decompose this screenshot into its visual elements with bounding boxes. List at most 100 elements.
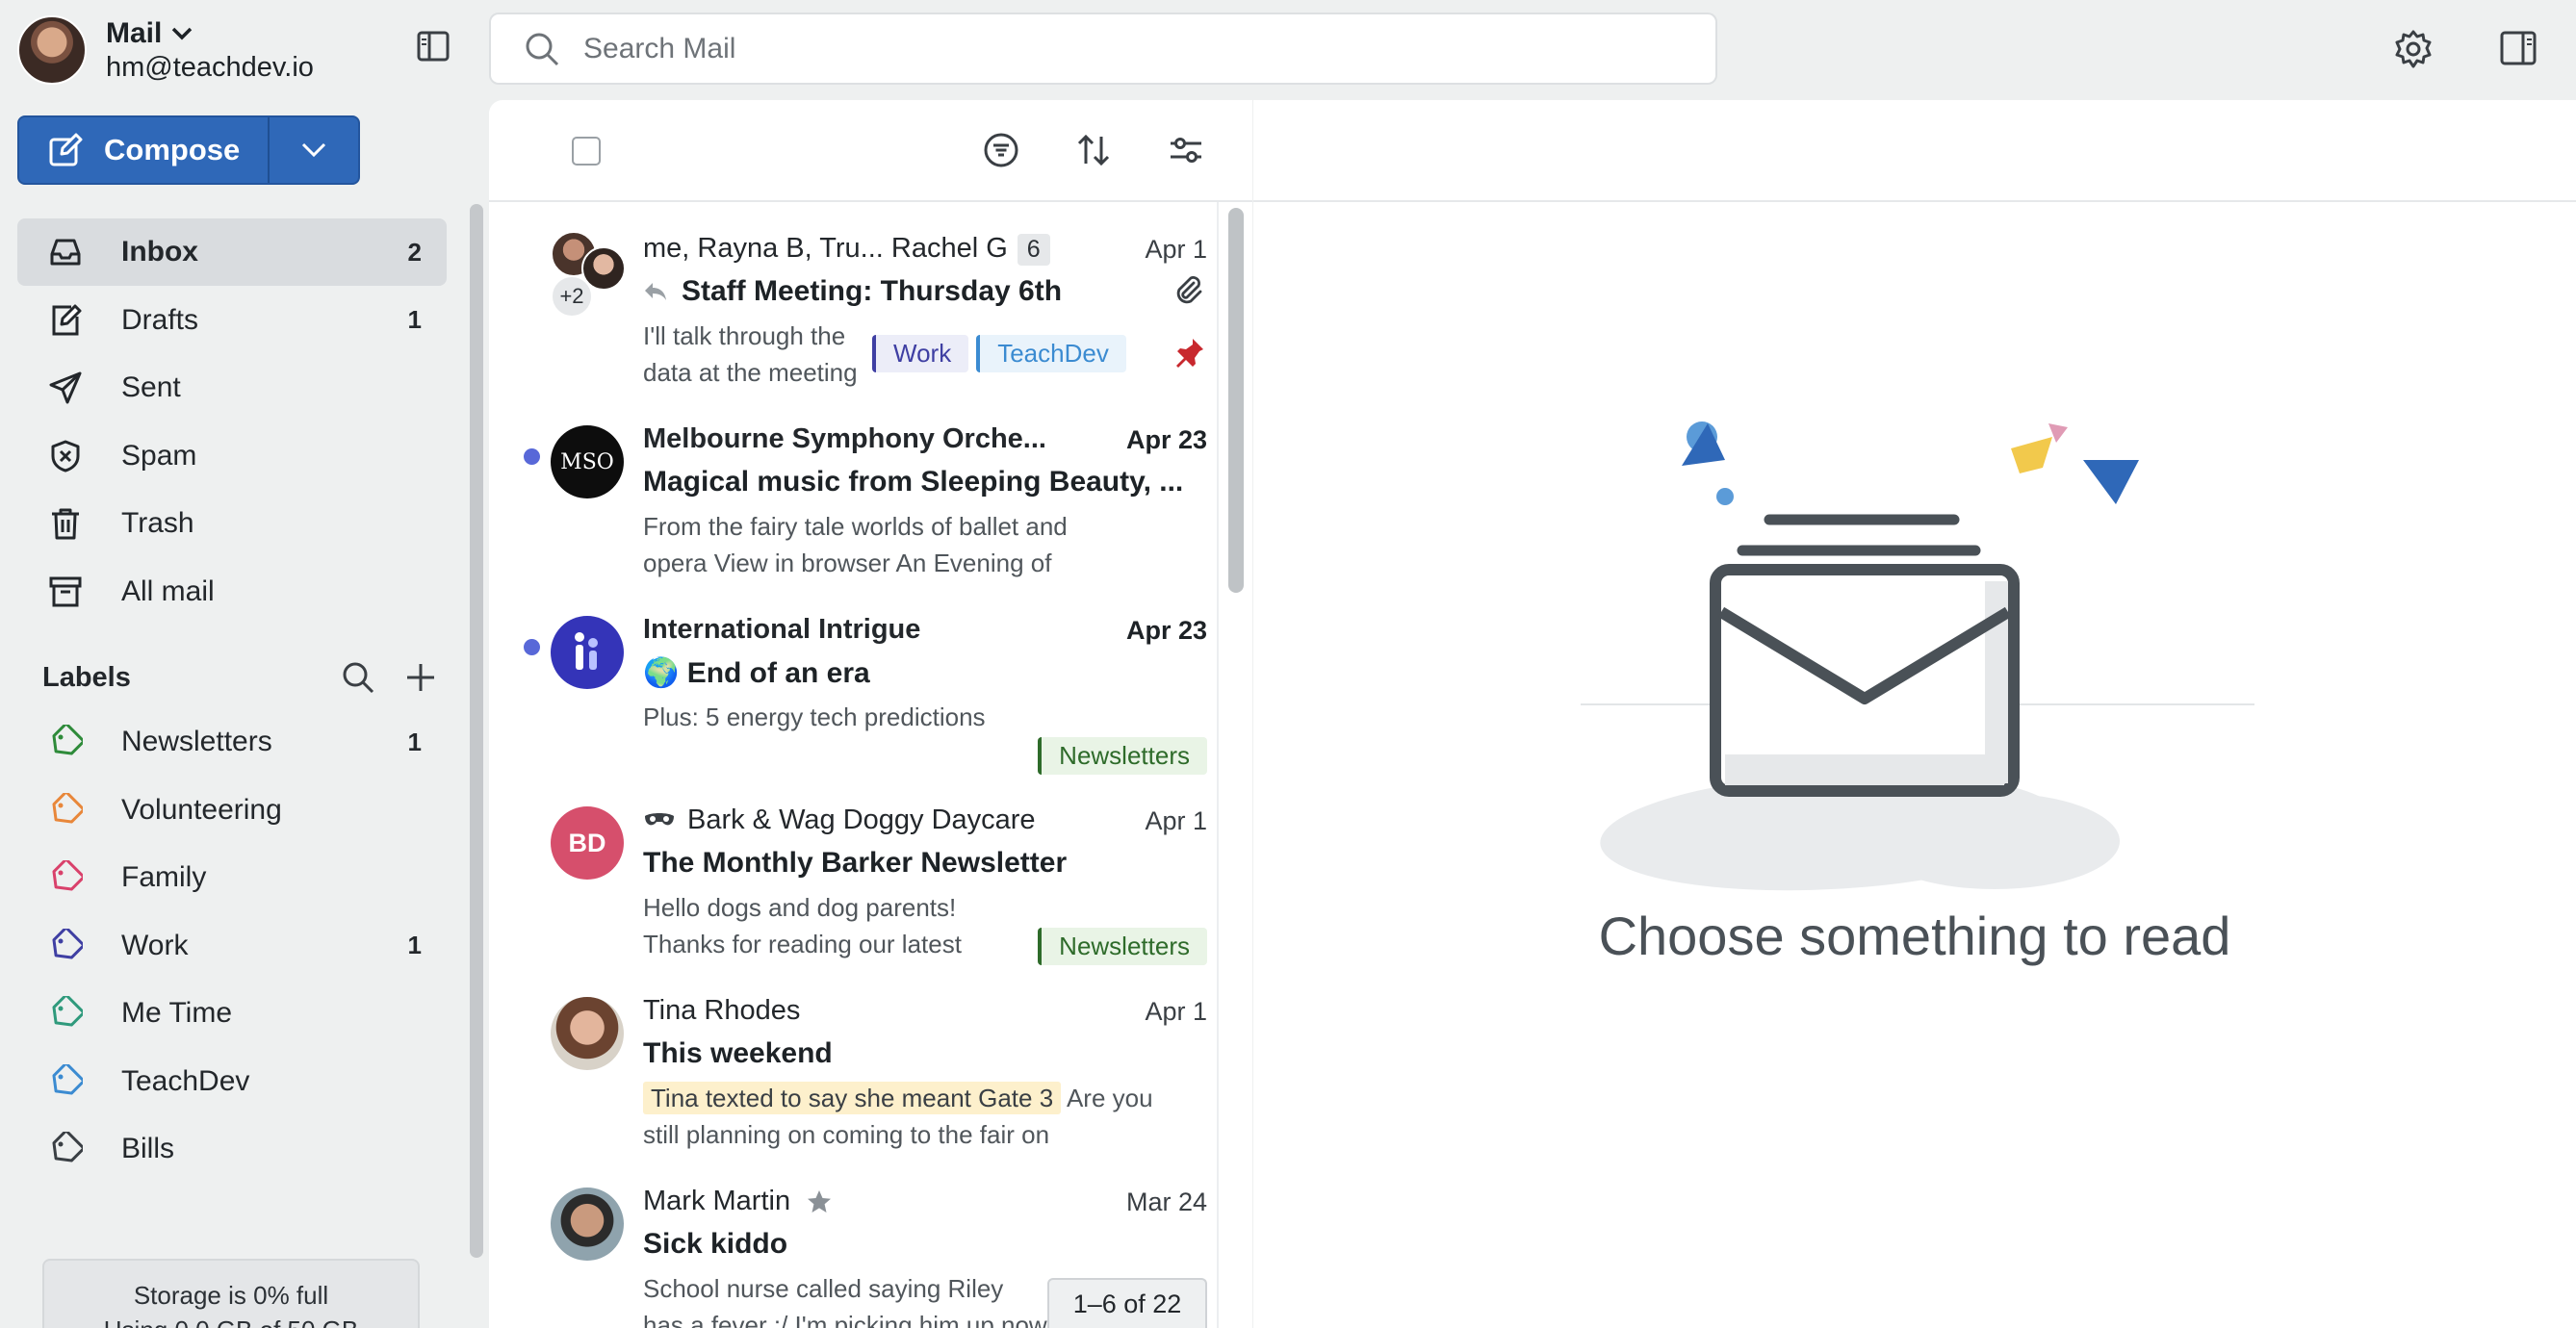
list-toolbar: [489, 100, 1252, 202]
sidebar-toggle-icon[interactable]: [416, 29, 451, 64]
email-date: Mar 24: [1125, 1188, 1207, 1216]
compose-options-button[interactable]: [268, 117, 358, 183]
settings-gear-icon[interactable]: [2393, 29, 2434, 69]
label-chip-work[interactable]: Work: [872, 335, 969, 372]
pagination-indicator[interactable]: 1–6 of 22: [1047, 1278, 1207, 1328]
email-subject: Staff Meeting: Thursday 6th: [682, 275, 1063, 307]
nav-label: Sent: [121, 371, 181, 403]
label-name: Work: [121, 929, 189, 961]
compose-button-group: Compose: [17, 115, 360, 185]
unread-dot: [524, 448, 540, 465]
nav-item-spam[interactable]: Spam: [17, 422, 447, 490]
list-item[interactable]: MSO Melbourne Symphony Orche... Apr 23 M…: [489, 408, 1217, 599]
storage-indicator: Storage is 0% full Using 0.0 GB of 50 GB: [42, 1259, 420, 1328]
tag-icon: [52, 996, 83, 1027]
label-name: Family: [121, 861, 207, 894]
nav-item-drafts[interactable]: Drafts 1: [17, 287, 447, 354]
message-list-pane: +2 me, Rayna B, Tru... Rachel G 6 Apr 1 S…: [489, 100, 1252, 1328]
list-item[interactable]: BD Bark & Wag Doggy Daycare Apr 1 The Mo…: [489, 789, 1217, 980]
avatar: [17, 15, 87, 85]
extra-participants-badge: +2: [551, 275, 593, 318]
email-date: Apr 23: [1125, 425, 1207, 454]
account-switcher[interactable]: Mail hm@teachdev.io: [17, 15, 314, 85]
chevron-down-icon: [301, 142, 326, 158]
sender-avatar: [551, 616, 624, 689]
label-item-teachdev[interactable]: TeachDev: [17, 1048, 447, 1116]
email-subject: Sick kiddo: [643, 1228, 788, 1260]
sender-avatar: BD: [551, 806, 624, 880]
label-item-volunteering[interactable]: Volunteering: [17, 777, 447, 845]
search-labels-icon[interactable]: [341, 660, 375, 695]
label-item-family[interactable]: Family: [17, 844, 447, 912]
sort-icon[interactable]: [1074, 131, 1113, 169]
search-bar[interactable]: [489, 13, 1717, 85]
email-preview: I'll talk through the data at the meetin…: [643, 321, 858, 387]
email-subject: 🌍 End of an era: [643, 657, 870, 689]
thread-count-badge: 6: [1017, 234, 1050, 266]
search-icon: [526, 33, 559, 65]
search-input[interactable]: [583, 32, 1642, 65]
nav-scrollbar[interactable]: [470, 204, 483, 1258]
nav-item-trash[interactable]: Trash: [17, 490, 447, 557]
list-item[interactable]: Tina Rhodes Apr 1 This weekend Tina text…: [489, 980, 1217, 1170]
select-all-checkbox[interactable]: [572, 137, 601, 166]
email-date: Apr 1: [1145, 806, 1207, 835]
unread-count: 1: [407, 305, 422, 334]
unread-count: 1: [407, 931, 422, 960]
smart-summary-highlight: Tina texted to say she meant Gate 3: [643, 1082, 1062, 1114]
unread-dot: [524, 639, 540, 655]
list-item[interactable]: International Intrigue Apr 23 🌍 End of a…: [489, 599, 1217, 789]
chevron-down-icon: [172, 27, 193, 39]
labels-list: Newsletters 1 Volunteering Family Work 1…: [17, 708, 447, 1184]
view-settings-sliders-icon[interactable]: [1167, 131, 1205, 169]
pin-icon[interactable]: [1174, 337, 1205, 370]
list-scrollbar[interactable]: [1228, 208, 1244, 593]
email-date: Apr 1: [1145, 235, 1207, 264]
sender-avatar: [551, 997, 624, 1070]
nav-label: Trash: [121, 507, 194, 539]
label-item-bills[interactable]: Bills: [17, 1115, 447, 1184]
sender-avatar: MSO: [551, 425, 624, 498]
tag-icon: [52, 1132, 83, 1162]
list-item[interactable]: +2 me, Rayna B, Tru... Rachel G 6 Apr 1 S…: [489, 217, 1217, 408]
archive-icon: [49, 576, 82, 606]
compose-pencil-icon: [49, 133, 83, 166]
email-preview: School nurse called saying Riley has a f…: [643, 1274, 1047, 1328]
label-item-work[interactable]: Work 1: [17, 912, 447, 981]
storage-usage: Using 0.0 GB of 50 GB: [44, 1313, 418, 1328]
unread-count: 2: [407, 237, 422, 267]
spam-icon: [51, 440, 80, 472]
folder-nav: Inbox 2 Drafts 1 Sent Spam Trash All mai…: [17, 218, 447, 626]
label-chip-newsletters[interactable]: Newsletters: [1038, 737, 1207, 775]
label-item-me-time[interactable]: Me Time: [17, 980, 447, 1048]
email-subject: Magical music from Sleeping Beauty, ...: [643, 466, 1184, 498]
email-date: Apr 23: [1125, 616, 1207, 645]
tag-icon: [52, 725, 83, 755]
nav-label: Spam: [121, 439, 197, 472]
reading-pane-toggle-icon[interactable]: [2499, 29, 2537, 67]
tag-icon: [52, 860, 83, 891]
label-item-newsletters[interactable]: Newsletters 1: [17, 708, 447, 777]
compose-label: Compose: [104, 133, 241, 166]
add-label-icon[interactable]: [404, 661, 437, 694]
unread-count: 1: [407, 727, 422, 756]
label-name: TeachDev: [121, 1064, 250, 1097]
sender-name: Bark & Wag Doggy Daycare: [687, 804, 1036, 835]
compose-button[interactable]: Compose: [19, 117, 268, 183]
nav-item-inbox[interactable]: Inbox 2: [17, 218, 447, 286]
tag-icon: [52, 1063, 83, 1095]
nav-item-sent[interactable]: Sent: [17, 354, 447, 421]
sent-icon: [49, 371, 82, 404]
trash-icon: [52, 508, 79, 540]
star-icon[interactable]: [806, 1188, 833, 1215]
labels-header: Labels: [42, 660, 437, 695]
label-chip-teachdev[interactable]: TeachDev: [976, 335, 1126, 372]
attachment-icon: [1172, 273, 1205, 306]
email-date: Apr 1: [1145, 997, 1207, 1026]
storage-status: Storage is 0% full: [133, 1281, 329, 1310]
nav-item-all-mail[interactable]: All mail: [17, 558, 447, 626]
sender-name: Melbourne Symphony Orche...: [643, 423, 1046, 454]
sender-name: me, Rayna B, Tru... Rachel G: [643, 233, 1008, 264]
filter-icon[interactable]: [982, 131, 1020, 169]
label-chip-newsletters[interactable]: Newsletters: [1038, 928, 1207, 965]
